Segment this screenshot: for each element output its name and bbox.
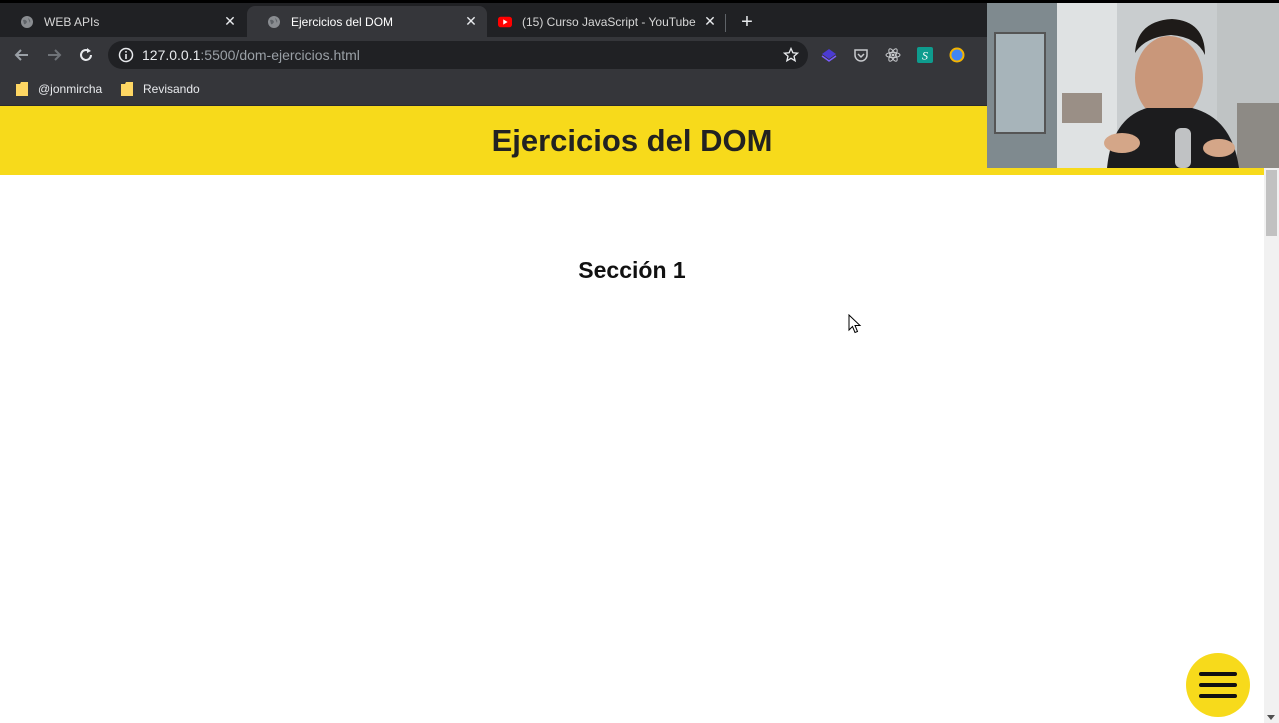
s-extension-icon[interactable]: S [916,46,934,64]
page-scrollbar[interactable] [1264,168,1279,723]
folder-icon [16,82,28,96]
page-title: Ejercicios del DOM [491,122,773,158]
globe-icon [20,15,34,29]
reload-button[interactable] [74,43,98,67]
bookmark-folder-revisando[interactable]: Revisando [121,80,200,98]
bookmark-label: Revisando [143,82,200,96]
info-icon[interactable] [118,47,134,63]
hamburger-icon [1199,672,1237,698]
tab-title: WEB APIs [44,14,100,29]
close-tab-icon[interactable]: ✕ [463,13,479,29]
folder-icon [121,82,133,96]
globe-icon [267,15,281,29]
forward-button[interactable] [42,43,66,67]
tab-separator [725,14,726,32]
arrow-left-icon [14,49,28,61]
section-title: Sección 1 [578,257,686,283]
tab-youtube[interactable]: (15) Curso JavaScript - YouTube ✕ [478,6,726,37]
close-tab-icon[interactable]: ✕ [222,13,238,29]
compass-extension-icon[interactable] [948,46,966,64]
scroll-down-arrow-icon[interactable] [1267,715,1275,720]
url-host: 127.0.0.1 [142,47,201,63]
tab-title: (15) Curso JavaScript - YouTube [522,14,696,29]
bookmark-label: @jonmircha [38,82,103,96]
bookmark-folder-jonmircha[interactable]: @jonmircha [16,80,102,98]
new-tab-button[interactable]: + [736,11,758,33]
bookmark-star-icon[interactable] [782,46,800,64]
webcam-overlay [987,3,1279,168]
tab-title: Ejercicios del DOM [291,14,394,29]
hamburger-menu-button[interactable] [1186,653,1250,717]
pocket-icon[interactable] [852,46,870,64]
tab-ejercicios-dom[interactable]: Ejercicios del DOM ✕ [247,6,487,37]
react-devtools-icon[interactable] [884,46,902,64]
stack-extension-icon[interactable] [820,46,838,64]
url-path: :5500/dom-ejercicios.html [200,47,360,63]
svg-text:S: S [922,49,928,63]
arrow-right-icon [48,49,62,61]
reload-icon [80,48,92,61]
mouse-cursor-icon [848,314,862,334]
tab-web-apis[interactable]: WEB APIs ✕ [0,6,246,37]
url-text: 127.0.0.1:5500/dom-ejercicios.html [142,47,360,63]
address-bar[interactable]: 127.0.0.1:5500/dom-ejercicios.html [108,41,808,69]
presenter-video-image [987,3,1279,168]
close-tab-icon[interactable]: ✕ [702,13,718,29]
back-button[interactable] [10,43,34,67]
scrollbar-thumb[interactable] [1266,170,1277,236]
youtube-icon [498,15,512,29]
